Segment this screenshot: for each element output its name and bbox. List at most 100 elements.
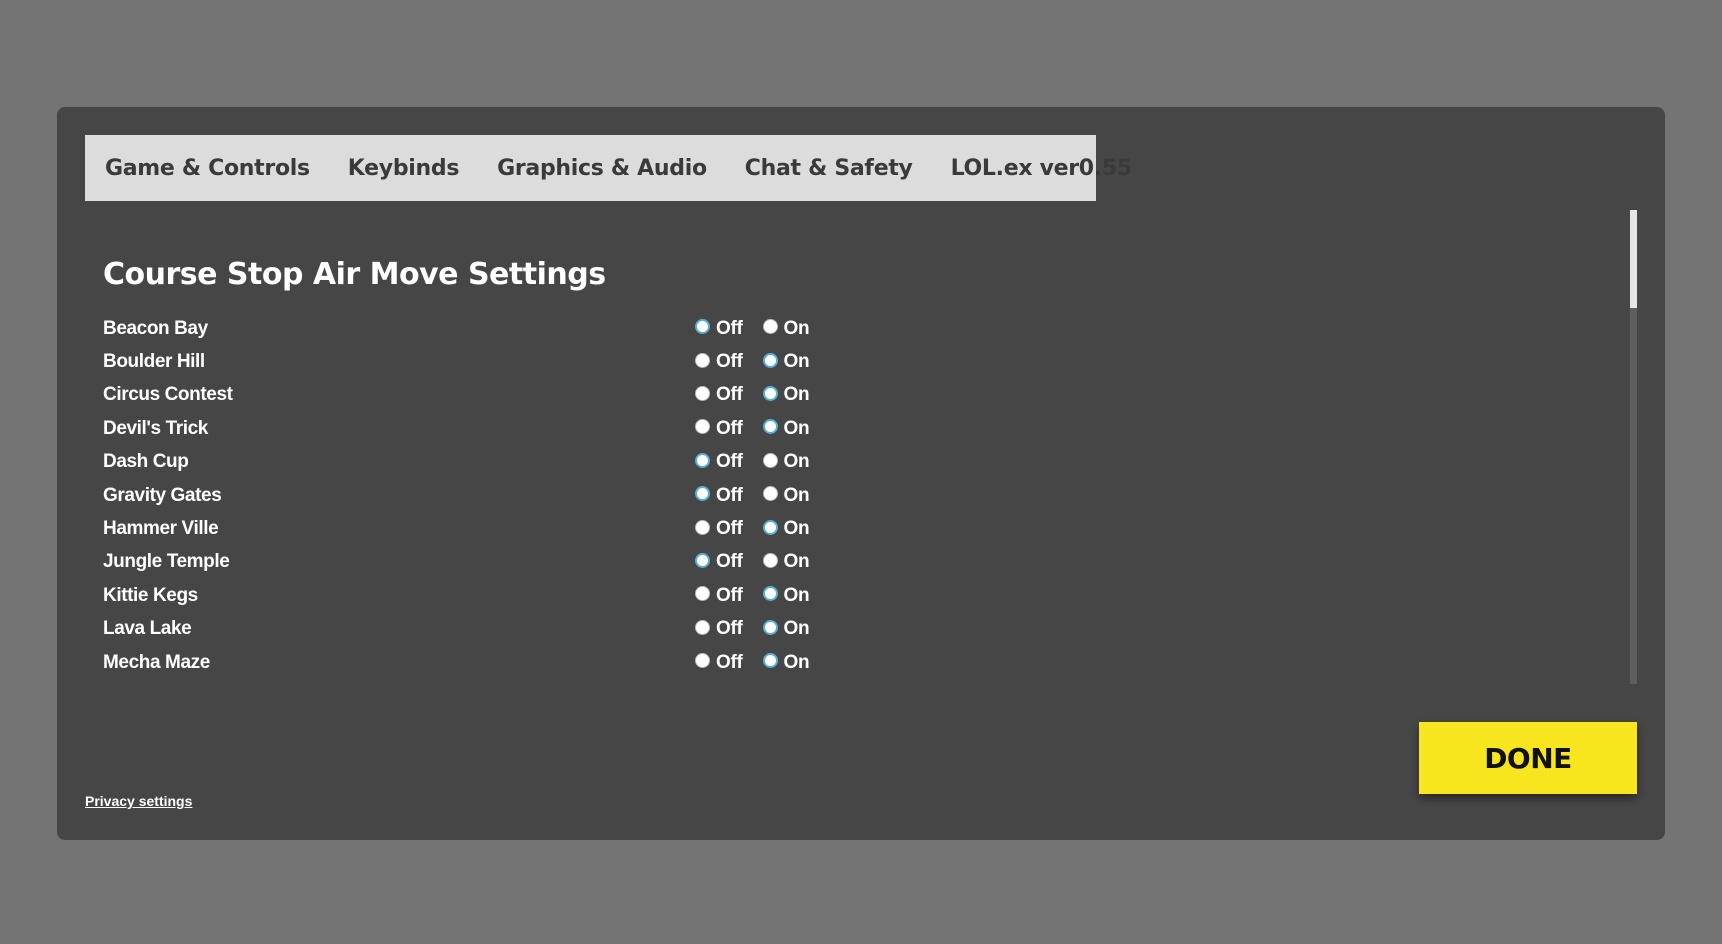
radio-option-on[interactable]: On — [762, 618, 810, 640]
radio-option-off[interactable]: Off — [695, 485, 743, 507]
course-name: Gravity Gates — [103, 484, 222, 506]
radio-option-on[interactable]: On — [762, 518, 810, 540]
radio-option-off[interactable]: Off — [695, 652, 743, 674]
radio-option-off[interactable]: Off — [695, 518, 743, 540]
radio-button[interactable] — [695, 552, 710, 568]
radio-option-off[interactable]: Off — [695, 418, 743, 440]
radio-button[interactable] — [695, 385, 710, 401]
radio-button[interactable] — [695, 452, 710, 468]
radio-option-off[interactable]: Off — [695, 351, 743, 373]
radio-option-off[interactable]: Off — [695, 551, 743, 573]
radio-option-off[interactable]: Off — [695, 451, 743, 473]
tab-lolex[interactable]: LOL.ex ver0.55 — [951, 156, 1133, 181]
radio-label: Off — [716, 484, 743, 506]
radio-option-on[interactable]: On — [762, 451, 810, 473]
radio-label: On — [783, 317, 810, 339]
course-row: Jungle Temple Off On — [103, 546, 1583, 579]
radio-button[interactable] — [762, 486, 778, 502]
radio-button[interactable] — [695, 486, 710, 502]
radio-label: Off — [716, 618, 743, 640]
radio-button[interactable] — [762, 352, 778, 368]
radio-label: On — [783, 584, 810, 606]
tab-bar: Game & Controls Keybinds Graphics & Audi… — [85, 135, 1132, 201]
radio-button[interactable] — [762, 385, 778, 401]
radio-button[interactable] — [695, 352, 710, 368]
radio-option-on[interactable]: On — [762, 551, 810, 573]
radio-label: Off — [716, 351, 743, 373]
course-row: Gravity Gates Off On — [103, 479, 1583, 512]
radio-button[interactable] — [695, 586, 710, 602]
radio-option-on[interactable]: On — [762, 417, 810, 440]
radio-label: Off — [716, 551, 743, 573]
radio-option-on[interactable]: On — [762, 652, 810, 674]
radio-option-on[interactable]: On — [762, 317, 810, 340]
radio-button[interactable] — [695, 519, 710, 535]
course-row: Lava Lake Off On — [103, 613, 1583, 646]
radio-button[interactable] — [762, 552, 778, 568]
course-name: Jungle Temple — [103, 551, 230, 573]
course-row: Circus Contest Off On — [103, 379, 1583, 412]
radio-button[interactable] — [695, 319, 710, 335]
course-name: Kittie Kegs — [103, 584, 198, 606]
course-row: Dash Cup Off On — [103, 446, 1583, 479]
radio-label: Off — [716, 384, 743, 406]
radio-option-off[interactable]: Off — [695, 318, 743, 340]
radio-button[interactable] — [762, 619, 778, 635]
radio-label: On — [783, 618, 810, 640]
scrollbar[interactable] — [1630, 210, 1637, 684]
course-name: Boulder Hill — [103, 351, 205, 373]
done-button[interactable]: DONE — [1419, 722, 1637, 794]
radio-button[interactable] — [695, 419, 710, 435]
radio-label: On — [783, 451, 810, 473]
radio-button[interactable] — [762, 319, 778, 335]
radio-button[interactable] — [695, 653, 710, 669]
course-row: Devil's Trick Off On — [103, 412, 1583, 445]
course-row: Boulder Hill Off On — [103, 345, 1583, 378]
course-row: Hammer Ville Off On — [103, 512, 1583, 545]
radio-label: On — [783, 384, 810, 406]
radio-option-off[interactable]: Off — [695, 618, 743, 640]
radio-option-on[interactable]: On — [762, 384, 810, 406]
settings-dialog: Game & Controls Keybinds Graphics & Audi… — [57, 107, 1665, 840]
radio-label: On — [783, 351, 810, 373]
radio-label: On — [783, 417, 810, 439]
radio-option-off[interactable]: Off — [695, 585, 743, 607]
radio-option-on[interactable]: On — [762, 484, 810, 507]
radio-label: On — [783, 484, 810, 506]
radio-label: On — [783, 551, 810, 573]
course-name: Mecha Maze — [103, 651, 210, 673]
tab-game-controls[interactable]: Game & Controls — [105, 156, 310, 181]
course-row: Kittie Kegs Off On — [103, 579, 1583, 612]
course-name: Beacon Bay — [103, 317, 208, 339]
tab-keybinds[interactable]: Keybinds — [348, 156, 460, 181]
course-row: Mecha Maze Off On — [103, 646, 1583, 679]
privacy-settings-link[interactable]: Privacy settings — [85, 793, 192, 809]
radio-label: On — [783, 518, 810, 540]
radio-label: Off — [716, 451, 743, 473]
radio-label: Off — [716, 584, 743, 606]
course-name: Dash Cup — [103, 451, 189, 473]
course-name: Circus Contest — [103, 384, 233, 406]
radio-button[interactable] — [695, 619, 710, 635]
tab-graphics-audio[interactable]: Graphics & Audio — [497, 156, 707, 181]
course-name: Lava Lake — [103, 618, 192, 640]
course-name: Hammer Ville — [103, 518, 219, 540]
radio-label: Off — [716, 651, 743, 673]
scrollbar-thumb[interactable] — [1630, 210, 1637, 308]
section-title: Course Stop Air Move Settings — [103, 257, 606, 292]
course-row: Beacon Bay Off On — [103, 312, 1583, 345]
radio-button[interactable] — [762, 586, 778, 602]
radio-button[interactable] — [762, 519, 778, 535]
radio-button[interactable] — [762, 419, 778, 435]
course-name: Devil's Trick — [103, 417, 208, 439]
radio-label: Off — [716, 417, 743, 439]
course-list: Beacon Bay Off On Boulder Hill Off On Circus C… — [103, 312, 1583, 679]
radio-button[interactable] — [762, 452, 778, 468]
radio-button[interactable] — [762, 653, 778, 669]
tab-chat-safety[interactable]: Chat & Safety — [745, 156, 913, 181]
settings-content: Course Stop Air Move Settings Beacon Bay… — [103, 257, 1583, 687]
radio-option-on[interactable]: On — [762, 584, 810, 607]
radio-option-off[interactable]: Off — [695, 384, 743, 406]
radio-option-on[interactable]: On — [762, 351, 810, 373]
radio-label: Off — [716, 518, 743, 540]
